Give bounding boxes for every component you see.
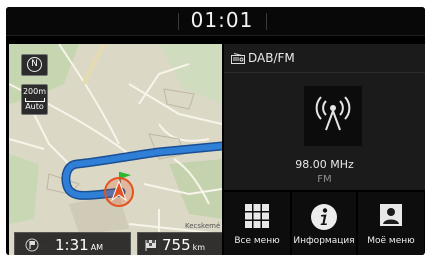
scale-mode: Auto <box>25 102 44 111</box>
distance-unit: km <box>192 243 206 252</box>
scale-value: 200m <box>22 87 47 96</box>
my-menu-button[interactable]: Моё меню <box>358 192 424 255</box>
status-separator <box>266 13 267 30</box>
media-source-label: DAB/FM <box>248 51 295 65</box>
navigation-map[interactable]: Kecskemé N 200m Auto 1:31 AM 755 km <box>9 44 222 255</box>
head-unit-screen: 01:01 Kecskemé N 200m Auto 1:31 AM 755 k… <box>6 7 425 255</box>
distance-value: 755 <box>162 236 191 254</box>
eta-time: 1:31 <box>55 236 89 254</box>
info-icon <box>311 204 337 230</box>
all-menu-button[interactable]: Все меню <box>224 192 290 255</box>
eta-box[interactable]: 1:31 AM <box>14 232 131 255</box>
frequency-readout: 98.00 MHz <box>295 158 354 171</box>
street-label: Kecskemé <box>185 222 220 230</box>
person-icon <box>380 204 402 226</box>
map-scale-button[interactable]: 200m Auto <box>21 84 48 115</box>
broadcast-antenna-icon <box>315 96 351 131</box>
info-button[interactable]: Информация <box>292 192 356 255</box>
status-bar: 01:01 <box>6 7 425 36</box>
quick-menu-row: Все меню Информация Моё меню <box>224 192 425 255</box>
radio-source-icon <box>231 53 245 64</box>
media-panel[interactable]: DAB/FM 98.00 MHz FM <box>224 44 425 190</box>
eta-suffix: AM <box>90 243 104 252</box>
button-label: Моё меню <box>367 236 415 246</box>
compass-icon: N <box>27 57 42 72</box>
button-label: Все меню <box>234 236 280 246</box>
checkered-flag-icon <box>145 240 156 251</box>
flag-icon <box>25 238 39 252</box>
compass-button[interactable]: N <box>21 54 48 76</box>
divider <box>224 72 425 73</box>
vehicle-position-icon <box>104 177 134 207</box>
distance-box[interactable]: 755 km <box>137 232 222 255</box>
button-label: Информация <box>293 236 355 246</box>
band-label: FM <box>317 174 332 185</box>
radio-artwork <box>304 86 362 146</box>
grid-icon <box>245 204 269 228</box>
clock: 01:01 <box>190 8 254 32</box>
